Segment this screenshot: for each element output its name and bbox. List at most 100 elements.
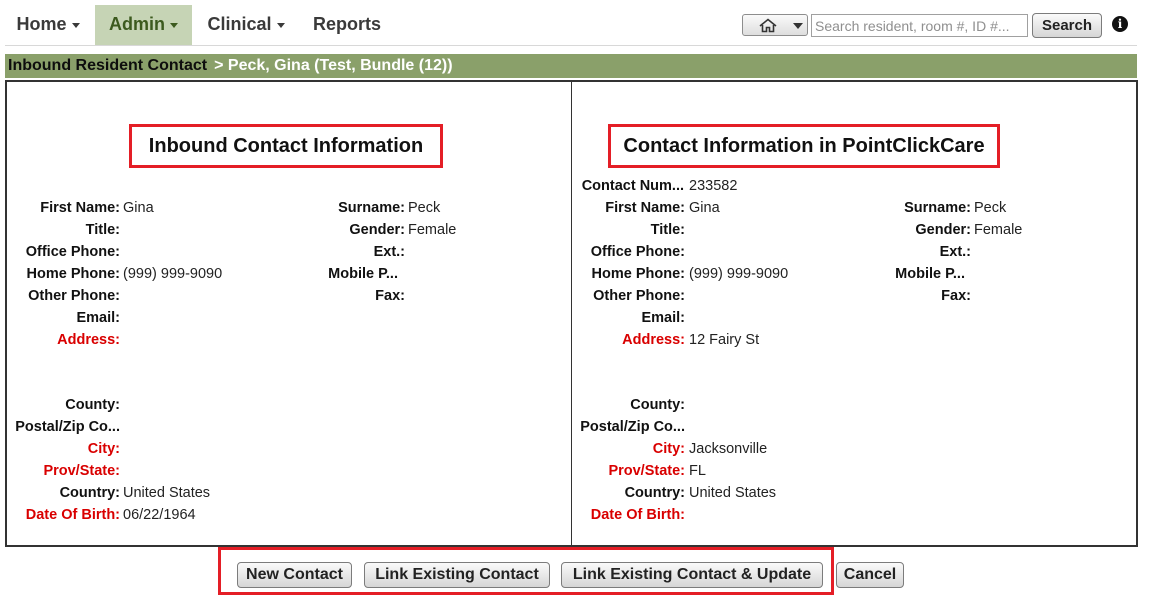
nav-admin-label: Admin: [109, 14, 165, 34]
info-icon[interactable]: i: [1112, 16, 1128, 32]
inbound-home-phone-row: Home Phone: (999) 999-9090 Mobile P...: [7, 263, 567, 285]
city-label: City:: [652, 441, 685, 457]
home-phone-value: (999) 999-9090: [123, 266, 223, 282]
surname-label: Surname:: [904, 200, 971, 216]
pcc-country-row: Country: United States: [572, 482, 1132, 504]
top-navigation: Home Admin Clinical Reports Search i: [0, 0, 1152, 46]
inbound-county-row: County:: [7, 394, 567, 416]
inbound-title-row: Title: Gender: Female: [7, 219, 567, 241]
address-label: Address:: [622, 332, 685, 348]
inbound-city-row: City:: [7, 438, 567, 460]
email-label: Email:: [76, 310, 120, 326]
title-label: Title:: [85, 222, 120, 238]
first-name-label: First Name:: [605, 200, 685, 216]
pcc-office-phone-row: Office Phone: Ext.:: [572, 241, 1132, 263]
pcc-contact-heading: Contact Information in PointClickCare: [608, 124, 1000, 168]
search-input[interactable]: [811, 14, 1028, 37]
contact-number-label: Contact Num...: [581, 178, 684, 194]
pcc-postal-row: Postal/Zip Co...: [572, 416, 1132, 438]
office-phone-label: Office Phone:: [25, 244, 120, 260]
nav-admin-menu[interactable]: Admin: [95, 5, 192, 45]
ext-label: Ext.:: [939, 244, 971, 260]
home-phone-label: Home Phone:: [591, 266, 685, 282]
country-value: United States: [123, 485, 211, 501]
address-value: 12 Fairy St: [689, 332, 760, 348]
postal-code-label: Postal/Zip Co...: [15, 419, 120, 435]
inbound-other-phone-row: Other Phone: Fax:: [7, 285, 567, 307]
ext-label: Ext.:: [373, 244, 405, 260]
country-value: United States: [689, 485, 777, 501]
prov-state-value: FL: [689, 463, 706, 479]
mobile-phone-label: Mobile P...: [328, 266, 398, 282]
first-name-value: Gina: [689, 200, 720, 216]
pcc-contact-panel: Contact Information in PointClickCare Co…: [571, 80, 1138, 547]
title-label: Title:: [650, 222, 685, 238]
pcc-other-phone-row: Other Phone: Fax:: [572, 285, 1132, 307]
page-title: Inbound Resident Contact: [8, 57, 208, 74]
link-existing-contact-button[interactable]: Link Existing Contact: [364, 562, 550, 588]
email-label: Email:: [641, 310, 685, 326]
surname-value: Peck: [974, 200, 1007, 216]
country-label: Country:: [624, 485, 685, 501]
prov-state-label: Prov/State:: [608, 463, 685, 479]
gender-value: Female: [974, 222, 1023, 238]
address-label: Address:: [57, 332, 120, 348]
home-phone-value: (999) 999-9090: [689, 266, 789, 282]
home-phone-label: Home Phone:: [26, 266, 120, 282]
pcc-home-phone-row: Home Phone: (999) 999-9090 Mobile P...: [572, 263, 1132, 285]
contact-number-value: 233582: [689, 178, 738, 194]
other-phone-label: Other Phone:: [28, 288, 120, 304]
nav-home-label: Home: [16, 14, 67, 34]
pcc-dob-row: Date Of Birth:: [572, 504, 1132, 526]
inbound-contact-heading: Inbound Contact Information: [129, 124, 443, 168]
nav-reports-menu[interactable]: Reports: [305, 5, 389, 45]
prov-state-label: Prov/State:: [43, 463, 120, 479]
chevron-down-icon: [170, 22, 178, 28]
dob-label: Date Of Birth:: [25, 507, 120, 523]
gender-label: Gender:: [349, 222, 405, 238]
first-name-value: Gina: [123, 200, 154, 216]
inbound-prov-state-row: Prov/State:: [7, 460, 567, 482]
chevron-down-icon: [793, 23, 803, 29]
inbound-office-phone-row: Office Phone: Ext.:: [7, 241, 567, 263]
home-icon: [759, 18, 777, 33]
country-label: Country:: [59, 485, 120, 501]
home-dropdown[interactable]: [742, 14, 808, 36]
breadcrumb-resident: > Peck, Gina (Test, Bundle (12)): [214, 57, 453, 74]
fax-label: Fax:: [375, 288, 405, 304]
inbound-address-row: Address:: [7, 329, 567, 351]
nav-home-menu[interactable]: Home: [8, 5, 88, 45]
search-button[interactable]: Search: [1032, 13, 1102, 38]
gender-label: Gender:: [915, 222, 971, 238]
city-value: Jacksonville: [689, 441, 768, 457]
nav-clinical-label: Clinical: [207, 14, 272, 34]
city-label: City:: [87, 441, 120, 457]
dob-value: 06/22/1964: [123, 507, 196, 523]
nav-reports-label: Reports: [312, 14, 381, 34]
pcc-prov-state-row: Prov/State: FL: [572, 460, 1132, 482]
pcc-contact-number-row: Contact Num... 233582: [572, 175, 1132, 197]
new-contact-button[interactable]: New Contact: [237, 562, 352, 588]
surname-value: Peck: [408, 200, 441, 216]
gender-value: Female: [408, 222, 457, 238]
inbound-dob-row: Date Of Birth: 06/22/1964: [7, 504, 567, 526]
pcc-city-row: City: Jacksonville: [572, 438, 1132, 460]
cancel-button[interactable]: Cancel: [836, 562, 904, 588]
inbound-postal-row: Postal/Zip Co...: [7, 416, 567, 438]
link-existing-update-button[interactable]: Link Existing Contact & Update: [561, 562, 823, 588]
chevron-down-icon: [276, 22, 285, 28]
pcc-title-row: Title: Gender: Female: [572, 219, 1132, 241]
pcc-address-row: Address: 12 Fairy St: [572, 329, 1132, 351]
nav-clinical-menu[interactable]: Clinical: [200, 5, 292, 45]
inbound-country-row: Country: United States: [7, 482, 567, 504]
pcc-email-row: Email:: [572, 307, 1132, 329]
inbound-contact-panel: Inbound Contact Information First Name: …: [5, 80, 572, 547]
pcc-first-name-row: First Name: Gina Surname: Peck: [572, 197, 1132, 219]
surname-label: Surname:: [338, 200, 405, 216]
first-name-label: First Name:: [40, 200, 120, 216]
chevron-down-icon: [71, 22, 80, 28]
inbound-email-row: Email:: [7, 307, 567, 329]
nav-divider: [5, 45, 1137, 46]
inbound-first-name-row: First Name: Gina Surname: Peck: [7, 197, 567, 219]
page-title-bar: Inbound Resident Contact > Peck, Gina (Te…: [5, 54, 1137, 78]
